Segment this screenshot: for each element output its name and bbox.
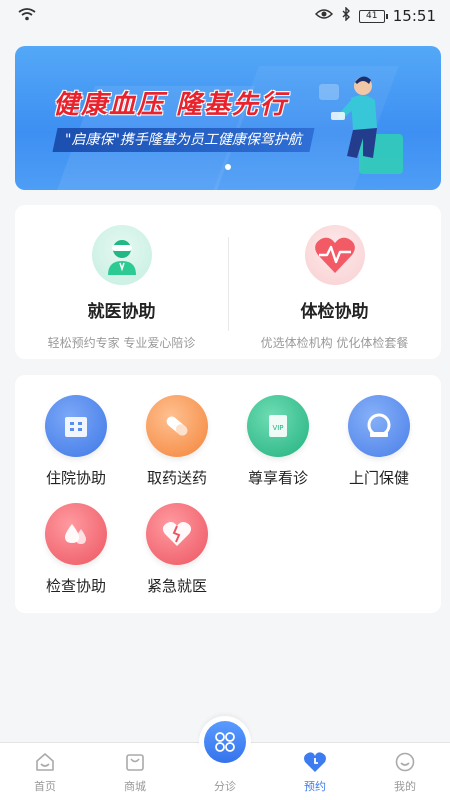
services-grid: 住院协助 取药送药 VIP 尊享看诊 上门保健 检查协助 紧急就医 [15,375,441,613]
banner-subtitle: "启康保"携手隆基为员工健康保驾护航 [52,128,315,152]
shop-bag-icon [123,750,147,774]
battery-icon: 41 [358,9,388,23]
carousel-indicator [225,164,231,170]
service-label: 尊享看诊 [247,469,308,487]
service-medicine-delivery[interactable]: 取药送药 [127,395,227,488]
wifi-icon [18,7,36,25]
hospital-icon [45,395,107,457]
status-bar: 41 15:51 [0,0,450,32]
service-emergency[interactable]: 紧急就医 [127,503,227,596]
blood-drop-icon [45,503,107,565]
checkup-assist-subtitle: 优选体检机构 优化体检套餐 [260,336,409,350]
service-label: 紧急就医 [146,577,207,595]
triage-button[interactable] [199,716,251,768]
medical-assist-title: 就医协助 [87,302,156,322]
clock: 15:51 [392,7,436,25]
heart-pulse-icon [304,225,365,285]
nav-home[interactable]: 首页 [0,743,90,800]
person-illustration [311,64,411,184]
profile-icon [393,750,417,774]
home-icon [33,750,57,774]
service-label: 检查协助 [45,577,106,595]
vip-icon: VIP [247,395,309,457]
service-checkup-assist[interactable]: 体检协助 优选体检机构 优化体检套餐 [228,205,441,359]
broken-heart-icon [146,503,208,565]
status-right: 41 15:51 [314,6,436,25]
medical-assist-subtitle: 轻松预约专家 专业爱心陪诊 [47,336,196,350]
service-label: 上门保健 [348,469,409,487]
divider [228,237,229,331]
pill-icon [146,395,208,457]
service-vip-consult[interactable]: VIP 尊享看诊 [228,395,328,488]
nav-label: 商城 [124,780,146,793]
eye-icon [314,8,333,24]
service-label: 取药送药 [146,469,207,487]
promo-banner[interactable]: 健康血压 隆基先行 "启康保"携手隆基为员工健康保驾护航 [15,46,441,190]
appointment-icon [303,750,327,774]
nav-appointment[interactable]: 预约 [270,743,360,800]
home-care-icon [348,395,410,457]
service-medical-assist[interactable]: 就医协助 轻松预约专家 专业爱心陪诊 [15,205,228,359]
service-home-care[interactable]: 上门保健 [329,395,429,488]
service-exam-assist[interactable]: 检查协助 [26,503,126,596]
doctor-icon [91,225,152,285]
nav-label: 我的 [394,780,416,793]
nav-label: 分诊 [214,780,236,793]
main-services-card: 就医协助 轻松预约专家 专业爱心陪诊 体检协助 优选体检机构 优化体检套餐 [15,205,441,359]
service-label: 住院协助 [45,469,106,487]
nav-profile[interactable]: 我的 [360,743,450,800]
nav-label: 首页 [34,780,56,793]
svg-text:VIP: VIP [272,424,283,432]
triage-icon [204,721,246,763]
checkup-assist-title: 体检协助 [300,302,369,322]
bluetooth-icon [341,6,351,25]
service-hospitalization[interactable]: 住院协助 [26,395,126,488]
nav-shop[interactable]: 商城 [90,743,180,800]
nav-label: 预约 [304,780,326,793]
banner-title: 健康血压 隆基先行 [53,90,289,120]
